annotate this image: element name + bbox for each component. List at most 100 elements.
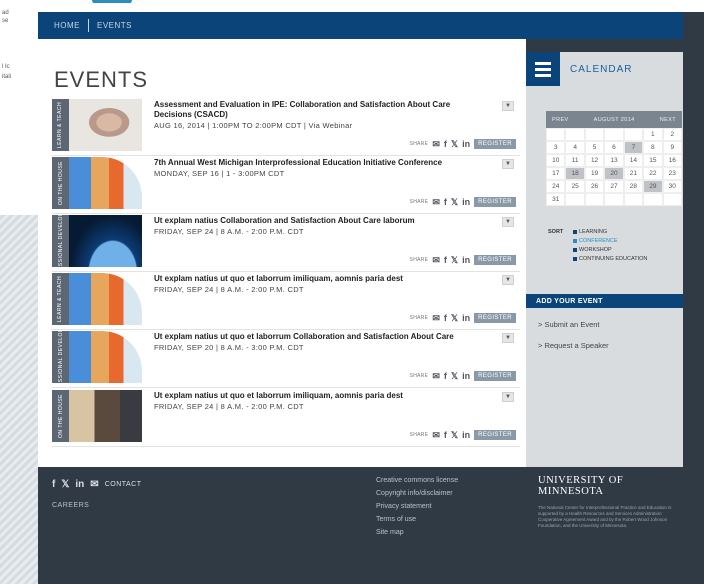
linkedin-icon[interactable]: in xyxy=(462,371,470,381)
footer-link-copyright[interactable]: Copyright info/disclaimer xyxy=(376,490,458,497)
event-title[interactable]: Ut explam natius ut quo et laborrum imil… xyxy=(154,274,484,284)
facebook-icon[interactable]: f xyxy=(444,255,447,265)
mail-icon[interactable]: ✉ xyxy=(90,479,98,490)
calendar-day[interactable]: 21 xyxy=(623,167,644,180)
twitter-icon[interactable]: 𝕏 xyxy=(451,313,458,323)
twitter-icon[interactable]: 𝕏 xyxy=(451,255,458,265)
calendar-day[interactable]: 7 xyxy=(623,141,644,154)
facebook-icon[interactable]: f xyxy=(52,479,55,490)
event-item[interactable]: ON THE HOUSE Ut explam natius ut quo et l… xyxy=(52,390,520,447)
register-button[interactable]: REGISTER xyxy=(474,139,516,149)
linkedin-icon[interactable]: in xyxy=(462,430,470,440)
linkedin-icon[interactable]: in xyxy=(462,255,470,265)
calendar-day[interactable]: 1 xyxy=(643,128,663,141)
calendar-day[interactable]: 13 xyxy=(604,154,624,167)
register-button[interactable]: REGISTER xyxy=(474,371,516,381)
twitter-icon[interactable]: 𝕏 xyxy=(451,430,458,440)
facebook-icon[interactable]: f xyxy=(444,371,447,381)
twitter-icon[interactable]: 𝕏 xyxy=(451,197,458,207)
facebook-icon[interactable]: f xyxy=(444,430,447,440)
calendar-day[interactable]: 10 xyxy=(546,154,566,167)
mail-icon[interactable]: ✉ xyxy=(432,139,440,149)
facebook-icon[interactable]: f xyxy=(444,197,447,207)
linkedin-icon[interactable]: in xyxy=(462,313,470,323)
legend-item[interactable]: LEARNING xyxy=(573,229,647,235)
event-thumbnail[interactable]: PROFESSIONAL DEVELOPMENT xyxy=(52,331,142,383)
legend-item[interactable]: CONFERENCE xyxy=(573,238,647,244)
calendar-day[interactable]: 27 xyxy=(604,180,624,193)
chevron-down-icon[interactable]: ▼ xyxy=(502,101,514,111)
linkedin-icon[interactable]: in xyxy=(75,479,84,490)
calendar-day[interactable]: 15 xyxy=(643,154,663,167)
mail-icon[interactable]: ✉ xyxy=(432,255,440,265)
legend-item[interactable]: CONTINUING EDUCATION xyxy=(573,256,647,262)
chevron-down-icon[interactable]: ▼ xyxy=(502,392,514,402)
register-button[interactable]: REGISTER xyxy=(474,197,516,207)
twitter-icon[interactable]: 𝕏 xyxy=(61,479,69,490)
facebook-icon[interactable]: f xyxy=(444,313,447,323)
event-item[interactable]: PROFESSIONAL DEVELOPMENT Ut explam natius… xyxy=(52,215,520,272)
calendar-day[interactable]: 11 xyxy=(565,154,585,167)
footer-link-privacy[interactable]: Privacy statement xyxy=(376,503,458,510)
event-item[interactable]: LEARN & TEACH Ut explam natius ut quo et … xyxy=(52,273,520,330)
event-item[interactable]: LEARN & TEACH Assessment and Evaluation i… xyxy=(52,99,520,156)
calendar-day[interactable]: 18 xyxy=(565,167,585,180)
footer-link-terms[interactable]: Terms of use xyxy=(376,516,458,523)
calendar-day[interactable]: 12 xyxy=(584,154,605,167)
event-thumbnail[interactable]: ON THE HOUSE xyxy=(52,390,142,442)
chevron-down-icon[interactable]: ▼ xyxy=(502,159,514,169)
mail-icon[interactable]: ✉ xyxy=(432,371,440,381)
calendar-day[interactable]: 2 xyxy=(662,128,682,141)
chevron-down-icon[interactable]: ▼ xyxy=(502,217,514,227)
event-item[interactable]: ON THE HOUSE 7th Annual West Michigan Int… xyxy=(52,157,520,214)
calendar-day[interactable]: 25 xyxy=(565,180,585,193)
calendar-day[interactable]: 30 xyxy=(662,180,682,193)
calendar-day[interactable]: 16 xyxy=(662,154,682,167)
event-thumbnail[interactable]: ON THE HOUSE xyxy=(52,157,142,209)
calendar-day[interactable]: 31 xyxy=(546,193,566,206)
footer-link-license[interactable]: Creative commons license xyxy=(376,477,458,484)
calendar-day[interactable]: 23 xyxy=(662,167,682,180)
event-thumbnail[interactable]: LEARN & TEACH xyxy=(52,273,142,325)
university-name[interactable]: UNIVERSITY OF MINNESOTA xyxy=(538,475,678,497)
linkedin-icon[interactable]: in xyxy=(462,197,470,207)
event-thumbnail[interactable]: LEARN & TEACH xyxy=(52,99,142,151)
nav-home[interactable]: HOME xyxy=(54,21,80,30)
linkedin-icon[interactable]: in xyxy=(462,139,470,149)
mail-icon[interactable]: ✉ xyxy=(432,430,440,440)
chevron-down-icon[interactable]: ▼ xyxy=(502,275,514,285)
event-thumbnail[interactable]: PROFESSIONAL DEVELOPMENT xyxy=(52,215,142,267)
event-title[interactable]: Assessment and Evaluation in IPE: Collab… xyxy=(154,100,484,120)
calendar-day[interactable]: 20 xyxy=(604,167,624,180)
calendar-day[interactable]: 4 xyxy=(565,141,585,154)
calendar-day[interactable]: 6 xyxy=(604,141,624,154)
calendar-day[interactable]: 24 xyxy=(546,180,566,193)
legend-item[interactable]: WORKSHOP xyxy=(573,247,647,253)
event-title[interactable]: 7th Annual West Michigan Interprofession… xyxy=(154,158,484,168)
event-title[interactable]: Ut explam natius ut quo et laborrum imil… xyxy=(154,391,484,401)
calendar-day[interactable]: 9 xyxy=(662,141,682,154)
calendar-day[interactable]: 22 xyxy=(643,167,663,180)
calendar-day[interactable]: 8 xyxy=(643,141,663,154)
submit-event-link[interactable]: > Submit an Event xyxy=(538,320,600,329)
twitter-icon[interactable]: 𝕏 xyxy=(451,371,458,381)
mail-icon[interactable]: ✉ xyxy=(432,197,440,207)
calendar-header[interactable]: CALENDAR xyxy=(526,52,683,86)
register-button[interactable]: REGISTER xyxy=(474,313,516,323)
event-title[interactable]: Ut explam natius ut quo et laborrum Coll… xyxy=(154,332,484,342)
mail-icon[interactable]: ✉ xyxy=(432,313,440,323)
calendar-day[interactable]: 14 xyxy=(623,154,644,167)
twitter-icon[interactable]: 𝕏 xyxy=(451,139,458,149)
calendar-day[interactable]: 26 xyxy=(584,180,605,193)
nav-events[interactable]: EVENTS xyxy=(97,21,132,30)
calendar-day[interactable]: 29 xyxy=(643,180,663,193)
event-title[interactable]: Ut explam natius Collaboration and Satis… xyxy=(154,216,484,226)
facebook-icon[interactable]: f xyxy=(444,139,447,149)
footer-link-sitemap[interactable]: Site map xyxy=(376,529,458,536)
calendar-day[interactable]: 17 xyxy=(546,167,566,180)
request-speaker-link[interactable]: > Request a Speaker xyxy=(538,341,609,350)
register-button[interactable]: REGISTER xyxy=(474,255,516,265)
calendar-prev-button[interactable]: PREV xyxy=(552,117,569,123)
contact-link[interactable]: CONTACT xyxy=(105,481,142,488)
register-button[interactable]: REGISTER xyxy=(474,430,516,440)
